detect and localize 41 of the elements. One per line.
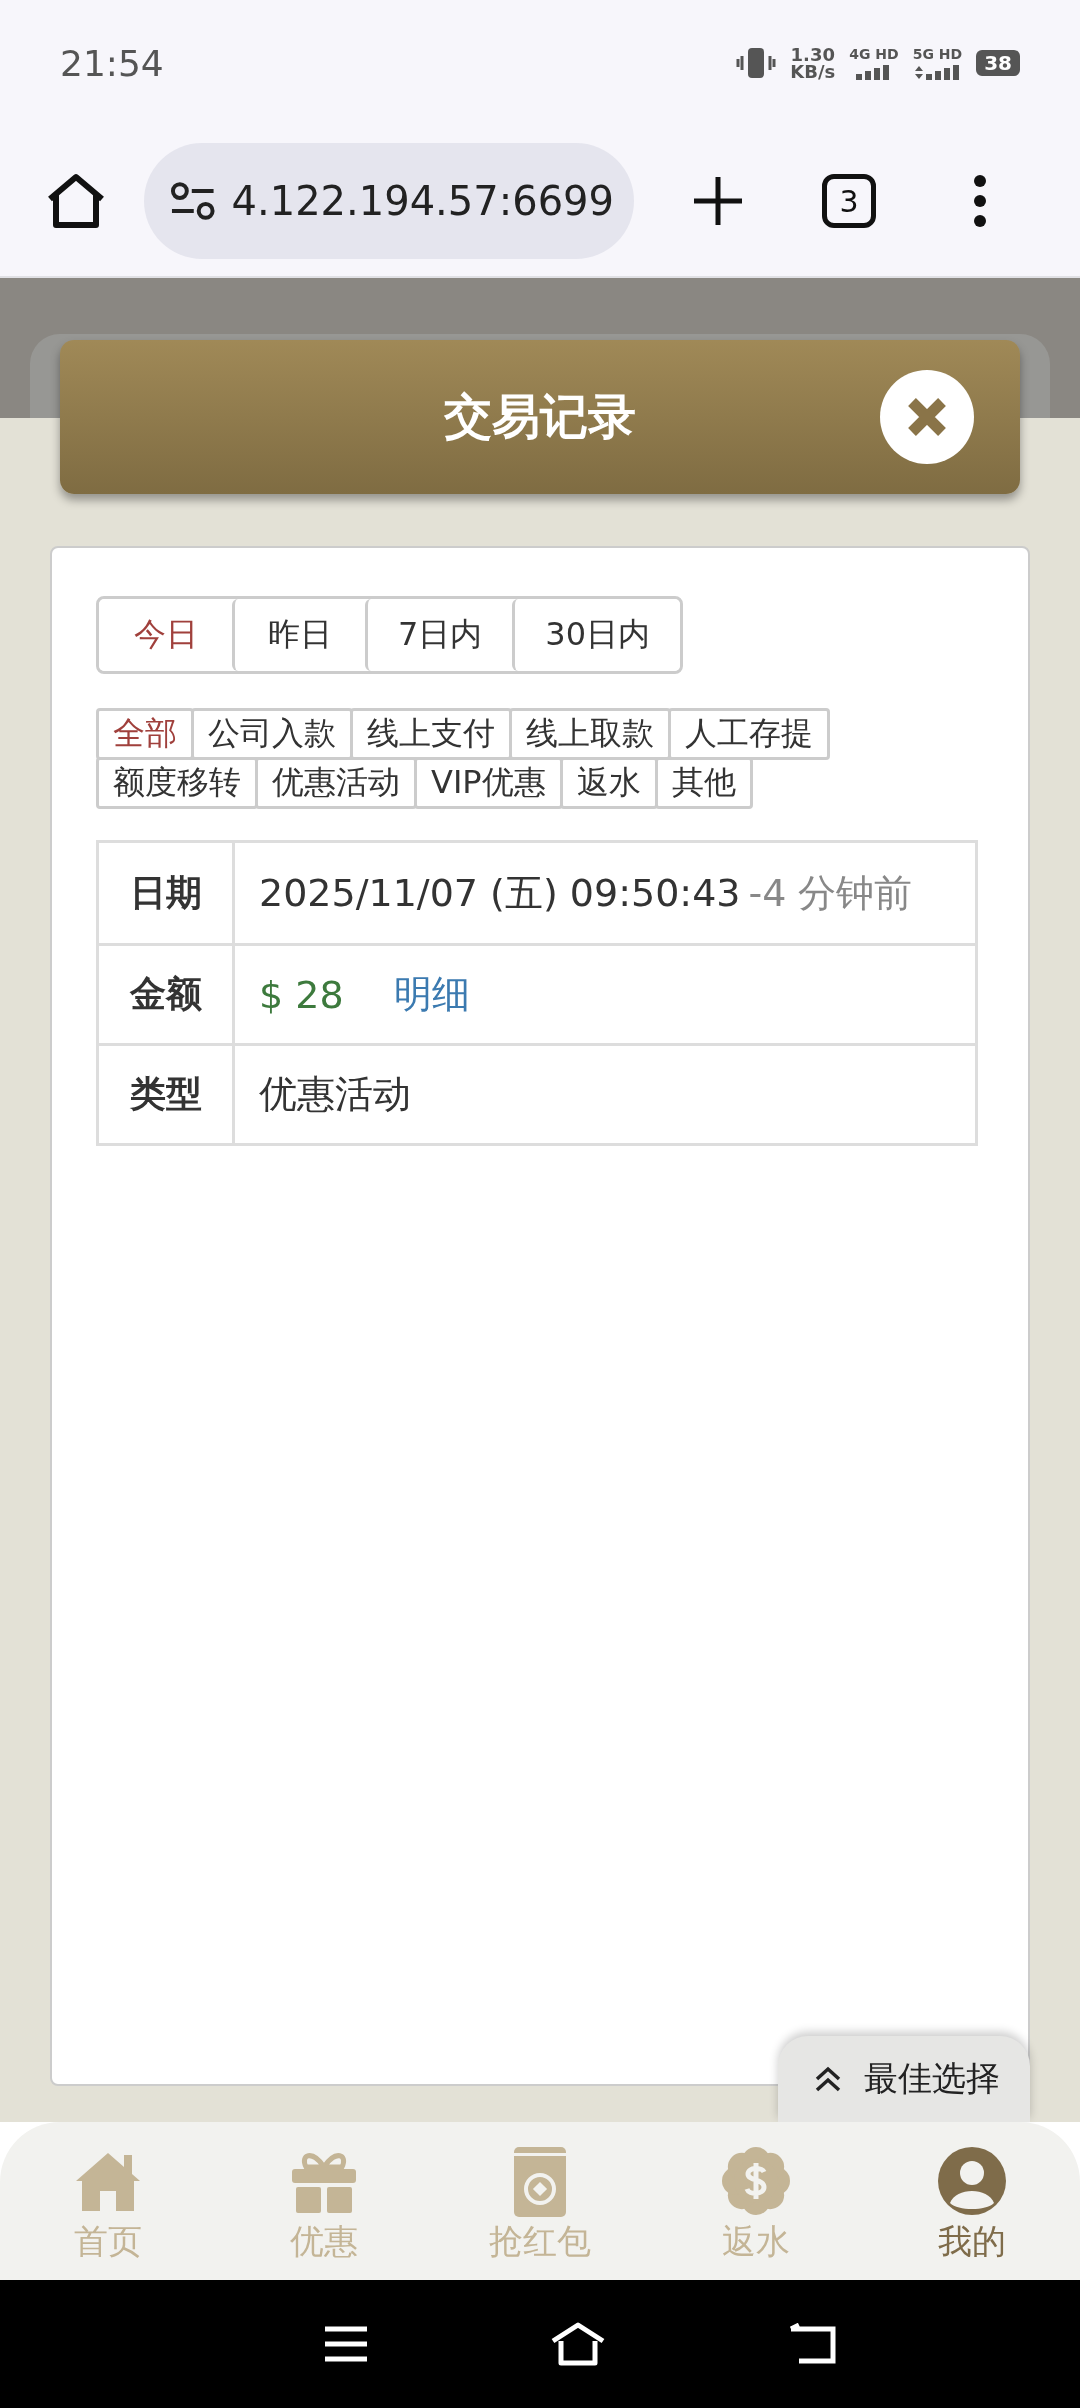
battery-indicator: 38 (976, 50, 1020, 76)
date-tab[interactable]: 30日内 (512, 599, 681, 671)
relative-time: -4 分钟前 (748, 869, 913, 917)
signal-icon (855, 64, 892, 80)
label-cell: 日期 (99, 843, 235, 943)
network-speed: 1.30 KB/s (790, 46, 836, 80)
type-filter[interactable]: 优惠活动 (255, 757, 417, 809)
network-type: 5G HD (912, 46, 963, 62)
address-bar[interactable]: 4.122.194.57:6699 (144, 143, 634, 259)
type-filter[interactable]: 全部 (96, 708, 194, 760)
double-chevron-up-icon (814, 2065, 842, 2093)
modal-title: 交易记录 (444, 387, 636, 446)
nav-item[interactable]: 我的 (887, 2145, 1057, 2265)
type-filter[interactable]: 人工存提 (668, 708, 830, 760)
type-filter[interactable]: VIP优惠 (414, 757, 563, 809)
status-time: 21:54 (60, 42, 164, 84)
vibrate-icon (736, 46, 777, 80)
home-icon (46, 173, 106, 229)
amount-value: $ 28 (259, 972, 344, 1017)
type-filter[interactable]: 线上取款 (509, 708, 671, 760)
label-cell: 类型 (99, 1046, 235, 1143)
type-filter[interactable]: 其他 (654, 757, 753, 809)
best-choice-button[interactable]: 最佳选择 (778, 2036, 1030, 2122)
tab-count-button[interactable]: 3 (822, 174, 876, 228)
home-icon[interactable] (549, 2321, 607, 2367)
date-value: 2025/11/07 (五) 09:50:43 (259, 869, 741, 917)
type-filter[interactable]: 额度移转 (96, 757, 258, 809)
type-value: 优惠活动 (259, 1071, 411, 1118)
dollar-badge-icon (720, 2145, 792, 2217)
type-filter[interactable]: 返水 (559, 757, 658, 809)
type-filter[interactable]: 公司入款 (191, 708, 353, 760)
user-icon (936, 2145, 1008, 2217)
plus-icon (692, 175, 744, 227)
signal-icon (914, 64, 961, 80)
label-cell: 金额 (99, 946, 235, 1043)
type-filter[interactable]: 线上支付 (350, 708, 512, 760)
details-link[interactable]: 明细 (393, 969, 470, 1020)
network-type: 4G HD (849, 46, 899, 62)
menu-icon[interactable] (323, 2325, 369, 2363)
back-icon[interactable] (787, 2323, 837, 2365)
url-text: 4.122.194.57:6699 (231, 178, 614, 224)
